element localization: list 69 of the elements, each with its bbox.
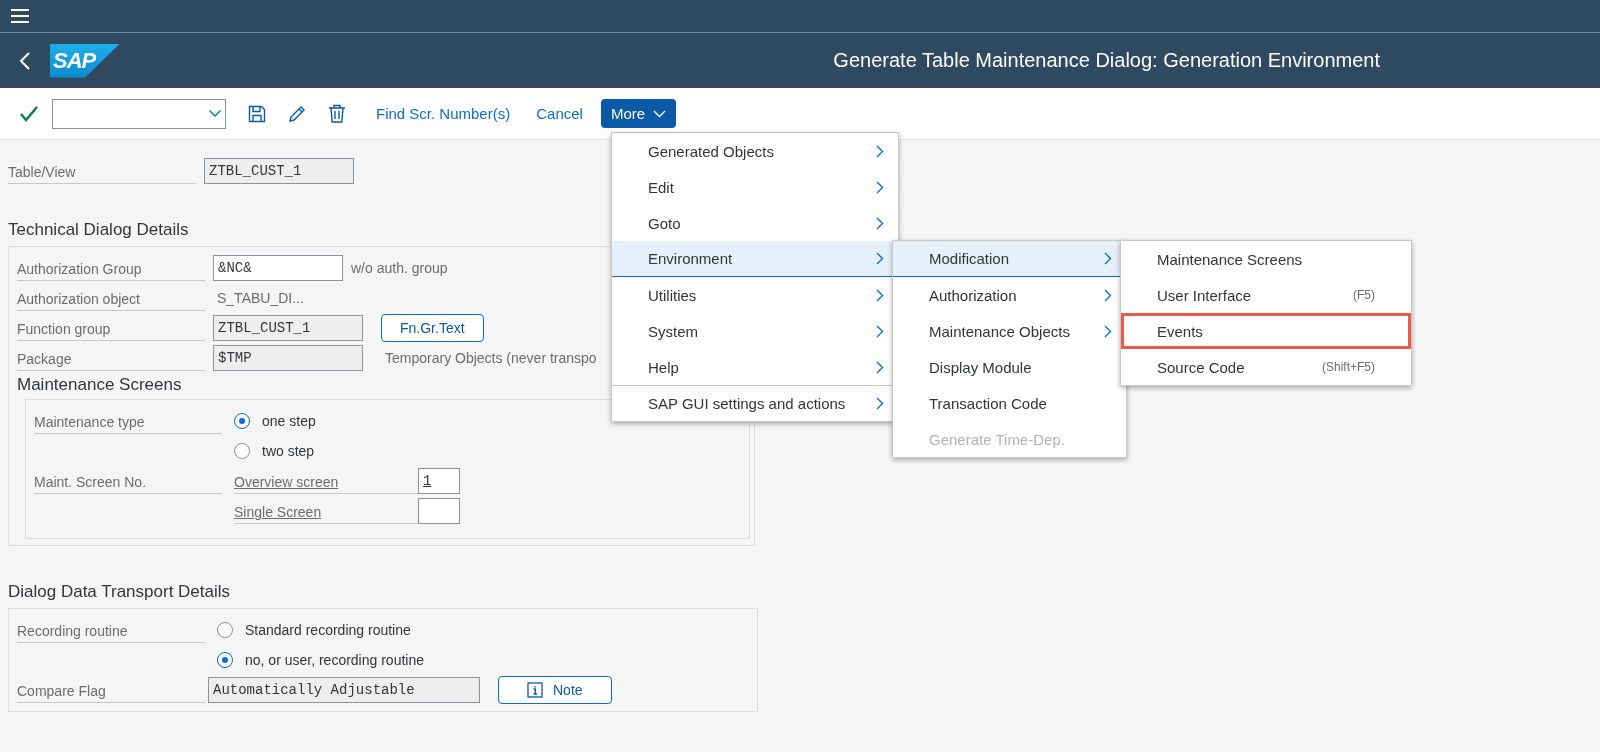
screen-number-field[interactable] (418, 498, 460, 524)
table-view-field[interactable]: ZTBL_CUST_1 (204, 158, 354, 184)
menu-item: Generate Time-Dep. (893, 421, 1126, 457)
chevron-right-icon (1104, 252, 1112, 265)
window-title: Generate Table Maintenance Dialog: Generation Environment (833, 49, 1380, 72)
chevron-right-icon (876, 288, 884, 302)
radio-label: no, or user, recording routine (245, 652, 424, 668)
radio-label: Standard recording routine (245, 622, 411, 638)
chevron-right-icon (876, 216, 884, 230)
screen-number-field[interactable]: 1 (418, 468, 460, 494)
menu-item[interactable]: Events (1121, 313, 1411, 349)
field-label: Maint. Screen No. (34, 468, 222, 494)
chevron-right-icon (876, 397, 884, 410)
field-label: Table/View (8, 158, 196, 184)
command-field[interactable] (52, 98, 226, 129)
input-field[interactable]: &NC& (213, 255, 343, 281)
trash-icon[interactable] (328, 104, 346, 123)
menu-item[interactable]: Generated Objects (612, 133, 898, 169)
radio-button[interactable] (217, 652, 233, 668)
chevron-right-icon (876, 144, 884, 158)
function-group-text-button[interactable]: Fn.Gr.Text (381, 314, 484, 342)
menu-item[interactable]: User Interface (F5) (1121, 277, 1411, 313)
more-button[interactable]: More (600, 99, 677, 128)
back-icon[interactable] (20, 51, 30, 70)
field-label: Maintenance type (34, 408, 222, 434)
field-note: w/o auth. group (351, 260, 448, 276)
field-label: Authorization Group (17, 255, 205, 281)
radio-button[interactable] (234, 443, 250, 459)
section-title: Technical Dialog Details (8, 220, 189, 240)
field-label: Compare Flag (17, 677, 205, 703)
chevron-right-icon (876, 360, 884, 374)
field-label: Package (17, 345, 205, 371)
menu-item[interactable]: Goto (612, 205, 898, 241)
section-title: Dialog Data Transport Details (8, 582, 231, 602)
dropdown-icon (208, 109, 222, 118)
save-icon[interactable] (248, 104, 266, 123)
find-screen-numbers-button[interactable]: Find Scr. Number(s) (370, 101, 517, 126)
chevron-right-icon (876, 324, 884, 338)
readonly-field: ZTBL_CUST_1 (213, 315, 363, 341)
check-icon[interactable] (20, 105, 38, 122)
radio-button[interactable] (217, 622, 233, 638)
logo: SAP (50, 43, 120, 78)
pencil-icon[interactable] (288, 104, 306, 123)
note-button[interactable]: Note (498, 676, 612, 704)
shortcut-label: (F5) (1353, 288, 1375, 302)
field-label: Recording routine (17, 617, 205, 643)
shortcut-label: (Shift+F5) (1322, 360, 1375, 374)
chevron-right-icon (1104, 324, 1112, 338)
menu-item[interactable]: Edit (612, 169, 898, 205)
compare-flag-field: Automatically Adjustable (208, 677, 480, 703)
cancel-button[interactable]: Cancel (530, 101, 589, 126)
menu-item[interactable]: Source Code (Shift+F5) (1121, 349, 1411, 385)
menu-item[interactable]: Transaction Code (893, 385, 1126, 421)
menu-item[interactable]: Maintenance Screens (1121, 241, 1411, 277)
radio-label: one step (262, 413, 316, 429)
chevron-down-icon (653, 109, 667, 118)
subsection-title: Maintenance Screens (17, 375, 183, 395)
readonly-field: $TMP (213, 345, 363, 371)
radio-label: two step (262, 443, 315, 459)
field-note: Temporary Objects (never transpo (385, 350, 597, 366)
field-label: Authorization object (17, 285, 205, 311)
menu-icon[interactable] (10, 8, 30, 24)
info-icon (527, 682, 543, 698)
chevron-right-icon (1104, 288, 1112, 302)
chevron-right-icon (876, 180, 884, 194)
chevron-right-icon (876, 252, 884, 265)
field-value: S_TABU_DI... (216, 290, 304, 306)
radio-button[interactable] (234, 413, 250, 429)
field-label: Function group (17, 315, 205, 341)
